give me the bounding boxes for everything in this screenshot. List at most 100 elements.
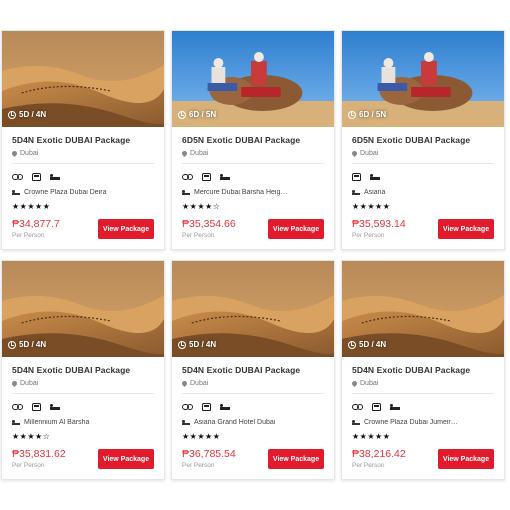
price-unit: Per Person — [352, 232, 385, 239]
view-package-button[interactable]: View Package — [268, 449, 324, 469]
hotel-icon — [182, 420, 190, 425]
package-title[interactable]: 5D4N Exotic DUBAI Package — [12, 135, 154, 145]
bed-icon — [220, 173, 230, 180]
price-unit: Per Person — [12, 232, 45, 239]
star-rating: ★★★★☆ — [12, 432, 51, 441]
hotel-icon — [182, 190, 190, 195]
package-image[interactable]: 5D / 4N — [342, 261, 504, 357]
location-pin-icon — [10, 379, 19, 388]
location-pin-icon — [10, 149, 19, 158]
amenities — [12, 172, 154, 181]
bed-icon — [50, 173, 60, 180]
clock-icon — [8, 110, 16, 119]
hotel-name: Mercure Dubai Barsha Heig… — [182, 189, 324, 196]
package-price: ₱36,785.54 — [182, 448, 236, 460]
package-card[interactable]: 6D / 5N 6D5N Exotic DUBAI Package Dubai … — [341, 30, 505, 250]
amenities — [12, 402, 154, 411]
package-title[interactable]: 5D4N Exotic DUBAI Package — [182, 365, 324, 375]
package-price: ₱35,593.14 — [352, 218, 406, 230]
package-image[interactable]: 6D / 5N — [342, 31, 504, 127]
package-location: Dubai — [180, 149, 324, 158]
divider — [12, 163, 154, 164]
package-price: ₱35,354.66 — [182, 218, 236, 230]
amenities — [182, 402, 324, 411]
duration-badge: 5D / 4N — [178, 340, 216, 349]
package-title[interactable]: 5D4N Exotic DUBAI Package — [12, 365, 154, 375]
star-rating: ★★★★★ — [352, 432, 391, 441]
binoculars-icon — [182, 403, 193, 410]
bed-icon — [50, 403, 60, 410]
amenities — [182, 172, 324, 181]
location-pin-icon — [180, 379, 189, 388]
bed-icon — [390, 403, 400, 410]
package-card[interactable]: 6D / 5N 6D5N Exotic DUBAI Package Dubai … — [171, 30, 335, 250]
view-package-button[interactable]: View Package — [268, 219, 324, 239]
divider — [352, 393, 494, 394]
package-image[interactable]: 5D / 4N — [172, 261, 334, 357]
duration-badge: 5D / 4N — [348, 340, 386, 349]
package-location: Dubai — [180, 379, 324, 388]
star-rating: ★★★★★ — [12, 202, 51, 211]
package-title[interactable]: 6D5N Exotic DUBAI Package — [352, 135, 494, 145]
view-package-button[interactable]: View Package — [98, 449, 154, 469]
car-icon — [32, 402, 41, 411]
divider — [352, 163, 494, 164]
divider — [12, 393, 154, 394]
hotel-icon — [12, 190, 20, 195]
package-image[interactable]: 6D / 5N — [172, 31, 334, 127]
clock-icon — [348, 110, 356, 119]
hotel-name: Asiana Grand Hotel Dubai — [182, 419, 324, 426]
bed-icon — [220, 403, 230, 410]
package-price: ₱34,877.7 — [12, 218, 60, 230]
location-pin-icon — [350, 379, 359, 388]
star-rating: ★★★★★ — [182, 432, 221, 441]
clock-icon — [178, 110, 186, 119]
price-unit: Per Person — [12, 462, 45, 469]
hotel-icon — [12, 420, 20, 425]
amenities — [352, 172, 494, 181]
view-package-button[interactable]: View Package — [98, 219, 154, 239]
location-pin-icon — [350, 149, 359, 158]
binoculars-icon — [352, 403, 363, 410]
clock-icon — [178, 340, 186, 349]
clock-icon — [348, 340, 356, 349]
package-card[interactable]: 5D / 4N 5D4N Exotic DUBAI Package Dubai … — [1, 260, 165, 480]
package-title[interactable]: 6D5N Exotic DUBAI Package — [182, 135, 324, 145]
divider — [182, 393, 324, 394]
duration-badge: 6D / 5N — [348, 110, 386, 119]
hotel-name: Crowne Plaza Dubai Jumeir… — [352, 419, 494, 426]
package-card[interactable]: 5D / 4N 5D4N Exotic DUBAI Package Dubai … — [1, 30, 165, 250]
package-image[interactable]: 5D / 4N — [2, 31, 164, 127]
price-unit: Per Person — [182, 232, 215, 239]
car-icon — [32, 172, 41, 181]
package-location: Dubai — [350, 149, 494, 158]
package-title[interactable]: 5D4N Exotic DUBAI Package — [352, 365, 494, 375]
view-package-button[interactable]: View Package — [438, 449, 494, 469]
car-icon — [372, 402, 381, 411]
package-card[interactable]: 5D / 4N 5D4N Exotic DUBAI Package Dubai … — [341, 260, 505, 480]
bed-icon — [370, 173, 380, 180]
package-location: Dubai — [10, 379, 154, 388]
price-unit: Per Person — [182, 462, 215, 469]
hotel-name: Crowne Plaza Dubai Deira — [12, 189, 154, 196]
duration-badge: 5D / 4N — [8, 340, 46, 349]
car-icon — [202, 402, 211, 411]
view-package-button[interactable]: View Package — [438, 219, 494, 239]
package-image[interactable]: 5D / 4N — [2, 261, 164, 357]
clock-icon — [8, 340, 16, 349]
hotel-name: Asiana — [352, 189, 494, 196]
duration-badge: 6D / 5N — [178, 110, 216, 119]
car-icon — [202, 172, 211, 181]
package-location: Dubai — [10, 149, 154, 158]
location-pin-icon — [180, 149, 189, 158]
package-card[interactable]: 5D / 4N 5D4N Exotic DUBAI Package Dubai … — [171, 260, 335, 480]
star-rating: ★★★★☆ — [182, 202, 221, 211]
package-price: ₱38,216.42 — [352, 448, 406, 460]
duration-badge: 5D / 4N — [8, 110, 46, 119]
amenities — [352, 402, 494, 411]
hotel-icon — [352, 420, 360, 425]
hotel-name: Millennium Al Barsha — [12, 419, 154, 426]
binoculars-icon — [12, 173, 23, 180]
package-price: ₱35,831.62 — [12, 448, 66, 460]
package-location: Dubai — [350, 379, 494, 388]
